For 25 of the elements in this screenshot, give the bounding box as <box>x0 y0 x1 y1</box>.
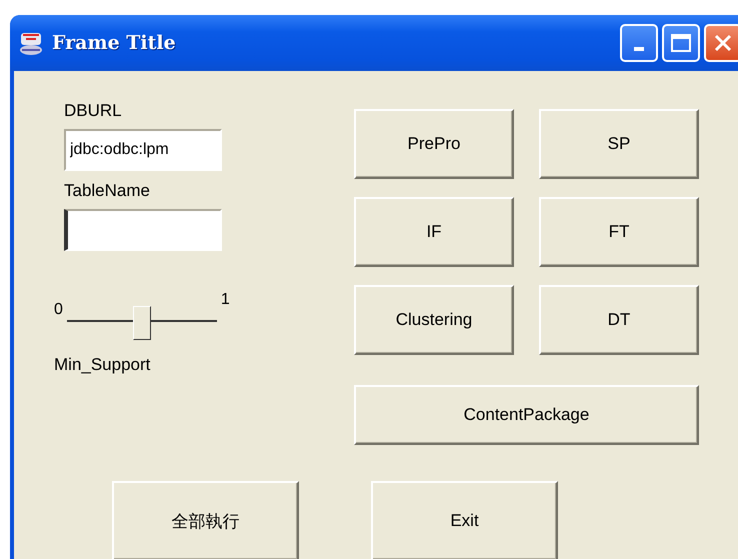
field-label: DBURL <box>64 101 123 121</box>
window-title: Frame Title <box>52 32 176 54</box>
text-field[interactable] <box>64 209 222 251</box>
app-icon <box>18 30 44 56</box>
slider-max-label: 1 <box>220 291 230 309</box>
action-button[interactable]: SP <box>539 109 699 179</box>
action-button[interactable]: Clustering <box>354 285 514 355</box>
maximize-icon <box>670 33 692 53</box>
slider-track[interactable] <box>66 305 217 341</box>
minimize-button[interactable] <box>620 24 658 62</box>
action-button[interactable]: ContentPackage <box>354 385 699 445</box>
action-button[interactable]: DT <box>539 285 699 355</box>
field-label: TableName <box>64 181 151 201</box>
action-button[interactable]: 全部執行 <box>112 481 299 559</box>
slider-min-label: 0 <box>54 301 63 319</box>
slider-label: Min_Support <box>54 355 152 375</box>
close-button[interactable] <box>704 24 738 62</box>
slider-thumb[interactable] <box>132 306 151 340</box>
maximize-button[interactable] <box>662 24 700 62</box>
close-icon <box>713 33 733 53</box>
action-button[interactable]: FT <box>539 197 699 267</box>
action-button[interactable]: PrePro <box>354 109 514 179</box>
action-button[interactable]: IF <box>354 197 514 267</box>
action-button[interactable]: Exit <box>371 481 558 559</box>
minimize-icon <box>634 47 644 51</box>
